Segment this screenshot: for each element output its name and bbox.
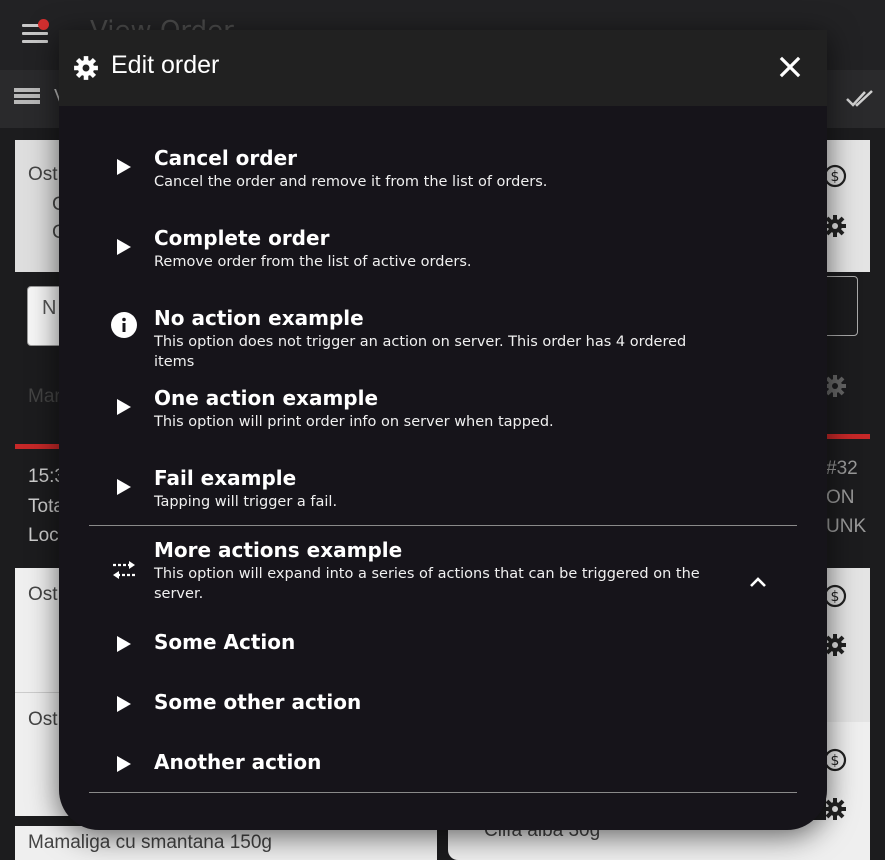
svg-text:$: $ <box>831 753 840 769</box>
dialog-title: Edit order <box>111 51 220 79</box>
dialog-header: Edit order <box>59 30 827 106</box>
gear-icon[interactable] <box>826 797 847 821</box>
option-description: This option will print order info on ser… <box>154 414 554 430</box>
option-fail-example[interactable]: Fail example Tapping will trigger a fail… <box>89 466 797 516</box>
edit-order-dialog: Edit order Cancel order Cancel the order… <box>59 30 827 830</box>
card-item: Ost <box>28 709 58 730</box>
play-icon <box>109 629 139 659</box>
order-label: UNK <box>826 516 867 537</box>
sub-action-title: Some Action <box>154 630 296 654</box>
close-icon[interactable] <box>779 56 801 78</box>
sub-action-title: Some other action <box>154 690 362 714</box>
chevron-up-icon[interactable] <box>749 576 767 588</box>
option-more-actions-example[interactable]: More actions example This option will ex… <box>89 538 797 608</box>
option-title: No action example <box>154 306 364 330</box>
order-card-right-1[interactable]: $ <box>826 140 870 272</box>
option-complete-order[interactable]: Complete order Remove order from the lis… <box>89 226 797 276</box>
sub-action-another-action[interactable]: Another action <box>89 750 797 778</box>
order-card-right-2[interactable]: $ <box>826 568 870 722</box>
card-item: Mamaliga cu smantana 150g <box>28 832 272 853</box>
order-number: #32 <box>826 458 858 479</box>
option-title: Cancel order <box>154 146 297 170</box>
gear-icon[interactable] <box>826 633 847 657</box>
option-description: This option will expand into a series of… <box>154 566 700 602</box>
option-title: Complete order <box>154 226 330 250</box>
play-icon <box>109 152 139 182</box>
order-status: ON <box>826 487 855 508</box>
order-location: Loc <box>28 525 59 546</box>
card-item: Ost <box>28 164 58 185</box>
status-bar <box>826 434 870 439</box>
svg-text:$: $ <box>831 589 840 605</box>
notification-badge <box>38 19 49 30</box>
option-description: Cancel the order and remove it from the … <box>154 174 548 190</box>
svg-text:$: $ <box>831 169 840 185</box>
gear-icon <box>74 56 98 80</box>
dollar-icon[interactable]: $ <box>826 748 847 772</box>
sub-action-some-action[interactable]: Some Action <box>89 630 797 658</box>
option-description: This option does not trigger an action o… <box>154 334 687 370</box>
card-item: Ost <box>28 584 58 605</box>
swap-arrows-icon <box>109 555 139 585</box>
sub-action-some-other-action[interactable]: Some other action <box>89 690 797 718</box>
option-description: Tapping will trigger a fail. <box>154 494 338 510</box>
play-icon <box>109 689 139 719</box>
play-icon <box>109 472 139 502</box>
option-cancel-order[interactable]: Cancel order Cancel the order and remove… <box>89 146 797 196</box>
option-title: Fail example <box>154 466 297 490</box>
dollar-icon[interactable]: $ <box>826 164 847 188</box>
label-mar: Mar <box>28 386 61 407</box>
option-no-action-example[interactable]: No action example This option does not t… <box>89 306 797 370</box>
info-icon <box>109 310 139 340</box>
dollar-icon[interactable]: $ <box>826 584 847 608</box>
table-view-icon[interactable] <box>14 88 40 108</box>
gear-icon[interactable] <box>826 214 847 238</box>
play-icon <box>109 232 139 262</box>
play-icon <box>109 749 139 779</box>
divider <box>89 525 797 526</box>
option-title: One action example <box>154 386 379 410</box>
play-icon <box>109 392 139 422</box>
option-description: Remove order from the list of active ord… <box>154 254 472 270</box>
order-card-right-3[interactable]: $ <box>826 722 870 832</box>
option-one-action-example[interactable]: One action example This option will prin… <box>89 386 797 436</box>
double-check-icon[interactable] <box>845 86 875 110</box>
divider <box>89 792 797 793</box>
option-title: More actions example <box>154 538 403 562</box>
order-card-left-4[interactable]: Mamaliga cu smantana 150g <box>15 826 437 860</box>
sub-action-title: Another action <box>154 750 322 774</box>
